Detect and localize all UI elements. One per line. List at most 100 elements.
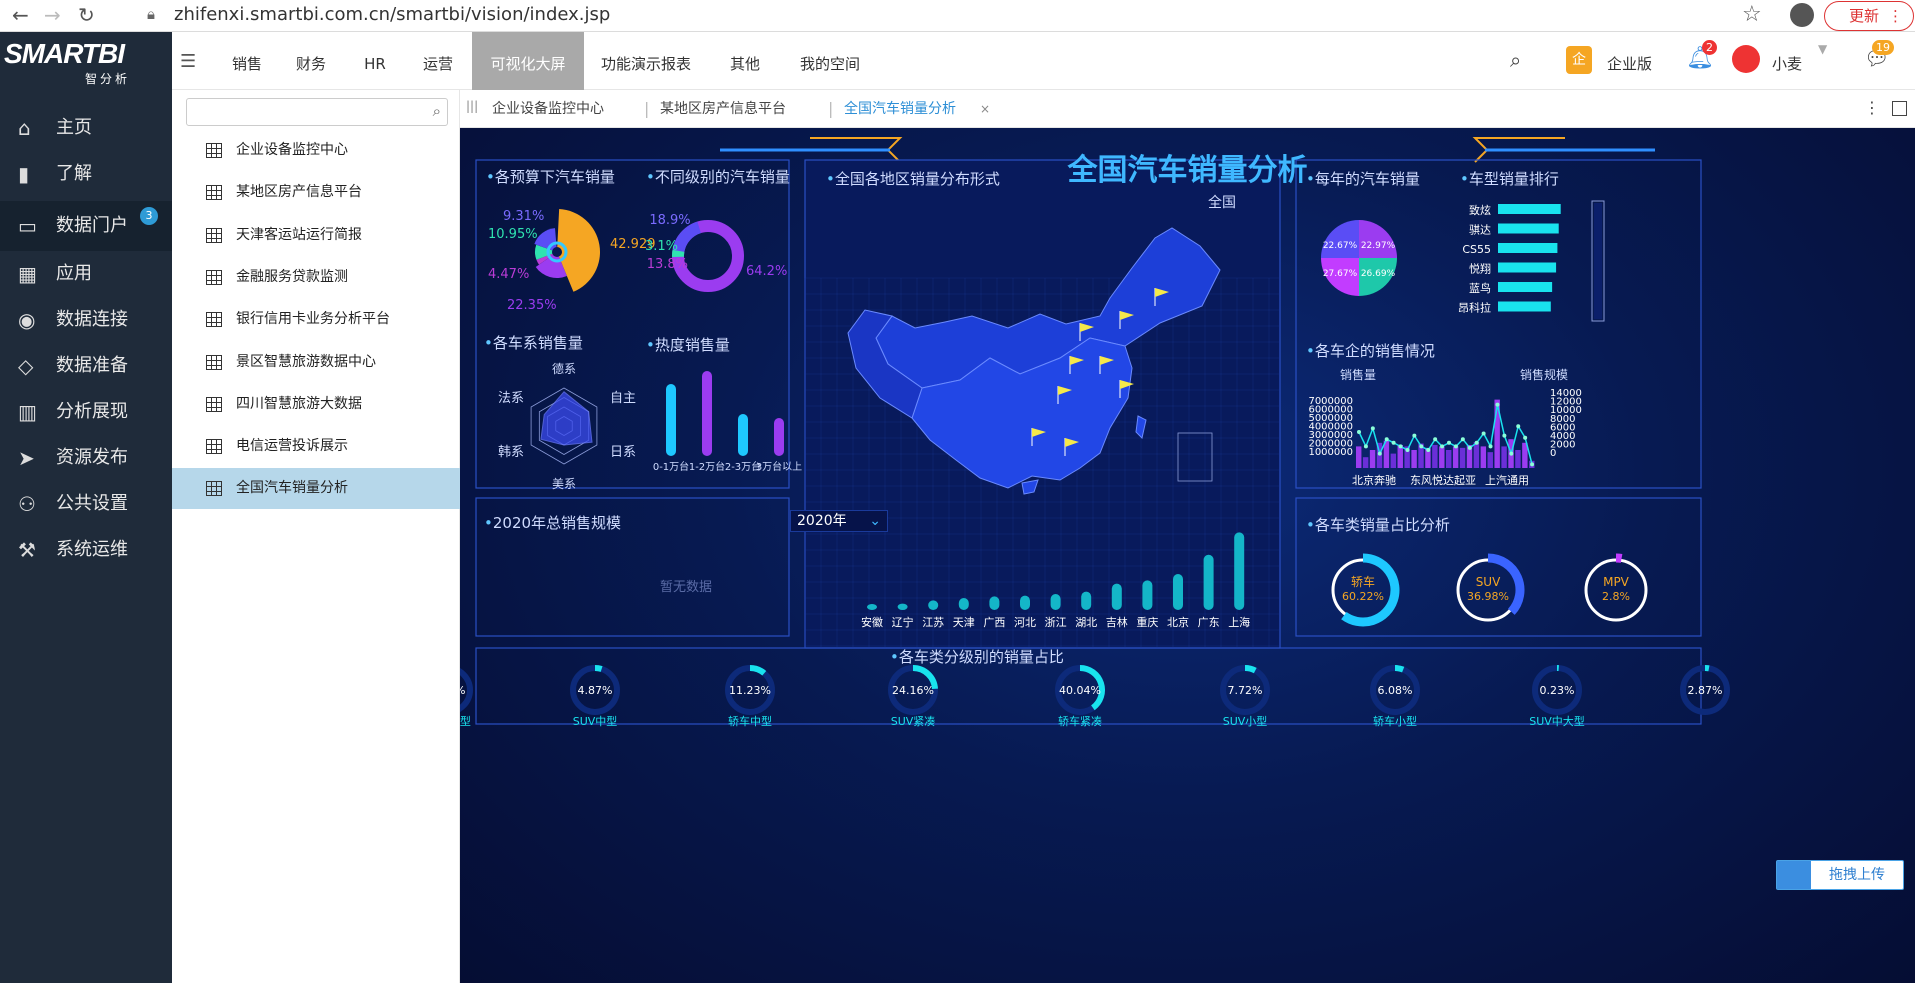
- nav-item-active[interactable]: 可视化大屏: [472, 32, 584, 90]
- panel-title: 各车企的销售情况: [1306, 340, 1435, 361]
- tree-item[interactable]: 天津客运站运行简报: [172, 215, 460, 256]
- logo: SMARTBI 智分析: [0, 32, 172, 90]
- back-icon[interactable]: ←: [12, 4, 29, 26]
- address-bar[interactable]: zhifenxi.smartbi.com.cn/smartbi/vision/i…: [174, 4, 610, 25]
- nav-item[interactable]: 功能演示报表: [596, 32, 696, 90]
- tree-item[interactable]: 金融服务贷款监测: [172, 257, 460, 298]
- sidebar-item[interactable]: ⌂ 主页: [0, 103, 172, 153]
- ring-label: 2.8%: [1602, 590, 1630, 603]
- tab-equipment[interactable]: 企业设备监控中心: [492, 90, 604, 128]
- tree-item[interactable]: 企业设备监控中心: [172, 130, 460, 171]
- bar: [1390, 453, 1397, 468]
- more-icon: ⋮: [1888, 7, 1903, 25]
- bar: [1432, 444, 1438, 468]
- cube-icon: ◇: [18, 354, 34, 378]
- bar: [774, 418, 784, 456]
- more-icon[interactable]: ⋮: [1864, 98, 1880, 117]
- gauge-name: SUV中型: [573, 714, 618, 728]
- tree-search-input[interactable]: ⌕: [186, 98, 448, 126]
- donut-label: 3.1%: [645, 239, 678, 254]
- sidebar-item-label: 数据门户: [56, 215, 128, 236]
- year-select[interactable]: 2020年 ⌄: [790, 510, 888, 532]
- hbar: [1498, 262, 1557, 273]
- table-icon: [206, 481, 222, 497]
- sidebar-item[interactable]: ⚇ 公共设置: [0, 479, 172, 529]
- panel-title: 车型销量排行: [1460, 168, 1559, 189]
- nav-item[interactable]: 我的空间: [790, 32, 870, 90]
- donut-label: 64.2%: [746, 264, 787, 279]
- bar-label: 江苏: [922, 616, 944, 629]
- bar: [928, 600, 939, 610]
- pie-label: 22.97%: [1361, 241, 1396, 251]
- panel-title: 各车系销售量: [484, 332, 583, 353]
- search-icon[interactable]: ⌕: [1510, 48, 1521, 72]
- tree-item[interactable]: 四川智慧旅游大数据: [172, 384, 460, 425]
- cloud-icon: [1777, 861, 1811, 889]
- nav-item[interactable]: 财务: [286, 32, 336, 90]
- bar: [1480, 446, 1487, 468]
- menu-collapse-icon[interactable]: ☰: [180, 51, 196, 72]
- tree-item-label: 景区智慧旅游数据中心: [236, 353, 376, 370]
- tab-car-sales[interactable]: 全国汽车销量分析: [844, 90, 956, 128]
- reload-icon[interactable]: ↻: [78, 4, 95, 26]
- account-icon[interactable]: [1790, 3, 1814, 27]
- bar: [1203, 554, 1214, 610]
- sidebar-item[interactable]: ⚒ 系统运维: [0, 525, 172, 575]
- tab-divider: |: [828, 99, 834, 118]
- user-name[interactable]: 小麦: [1772, 32, 1802, 90]
- sidebar-item[interactable]: ◇ 数据准备: [0, 341, 172, 391]
- tree-item[interactable]: 银行信用卡业务分析平台: [172, 299, 460, 340]
- edition-label[interactable]: 企业版: [1607, 32, 1652, 90]
- close-icon[interactable]: ×: [980, 102, 990, 116]
- bar: [1081, 591, 1092, 610]
- tree-item[interactable]: 电信运营投诉展示: [172, 426, 460, 467]
- dashboard-graphics: 9.31%10.95%4.47%22.35%42.92918.9%3.1%13.…: [460, 137, 1730, 728]
- sidebar: ⌂ 主页 ▮ 了解 ▭ 数据门户 3 ▦ 应用 ◉ 数据连接 ◇ 数据准备 ▥ 分析展现 ➤ 资源发布 ⚇ 公共设置…: [0, 90, 172, 983]
- sidebar-item[interactable]: ▭ 数据门户 3: [0, 201, 172, 251]
- sidebar-item[interactable]: ▮ 了解: [0, 149, 172, 199]
- pie-label: 22.67%: [1323, 241, 1358, 251]
- ring-label: 60.22%: [1342, 590, 1384, 603]
- gauge-value: [1244, 665, 1257, 674]
- nav-item[interactable]: 运营: [413, 32, 463, 90]
- line-point: [1370, 426, 1375, 431]
- lock-icon[interactable]: 🔒︎: [147, 5, 155, 23]
- sidebar-item[interactable]: ➤ 资源发布: [0, 433, 172, 483]
- chevron-down-icon[interactable]: ▼: [1818, 42, 1827, 56]
- bar: [897, 603, 908, 610]
- nav-item[interactable]: 销售: [222, 32, 272, 90]
- tab-menu-icon[interactable]: |||: [466, 99, 478, 113]
- nav-item[interactable]: 其他: [720, 32, 770, 90]
- sidebar-item[interactable]: ▦ 应用: [0, 249, 172, 299]
- message-badge: 19: [1872, 40, 1894, 55]
- bar: [1446, 450, 1452, 468]
- forward-icon[interactable]: →: [44, 4, 61, 26]
- notify-badge: 2: [1702, 40, 1717, 55]
- fullscreen-icon[interactable]: [1892, 101, 1907, 116]
- tree-item[interactable]: 景区智慧旅游数据中心: [172, 342, 460, 383]
- bar: [666, 384, 676, 456]
- panel-title: 各预算下汽车销量: [486, 166, 615, 187]
- tree-item-label: 电信运营投诉展示: [236, 438, 348, 455]
- table-icon: [206, 439, 222, 455]
- line-point: [1467, 445, 1472, 450]
- upload-button[interactable]: 拖拽上传: [1776, 860, 1904, 890]
- bar: [1234, 532, 1245, 610]
- bar: [1459, 447, 1466, 468]
- tab-housing[interactable]: 某地区房产信息平台: [660, 90, 786, 128]
- sidebar-item[interactable]: ◉ 数据连接: [0, 295, 172, 345]
- gauge-pct: 7.72%: [1228, 684, 1263, 697]
- line-point: [1419, 444, 1424, 449]
- bar-label: 浙江: [1045, 616, 1067, 629]
- search-icon[interactable]: ⌕: [433, 102, 441, 120]
- nav-item[interactable]: HR: [350, 32, 400, 90]
- avatar[interactable]: [1732, 45, 1760, 73]
- hbar-label: 骐达: [1469, 224, 1491, 237]
- donut-label: 18.9%: [649, 213, 690, 228]
- update-button[interactable]: 更新 ⋮: [1824, 1, 1914, 31]
- tree-item[interactable]: 某地区房产信息平台: [172, 172, 460, 213]
- tree-item[interactable]: 全国汽车销量分析: [172, 468, 460, 510]
- bar: [1142, 580, 1153, 610]
- star-icon[interactable]: ☆: [1742, 2, 1762, 27]
- sidebar-item[interactable]: ▥ 分析展现: [0, 387, 172, 437]
